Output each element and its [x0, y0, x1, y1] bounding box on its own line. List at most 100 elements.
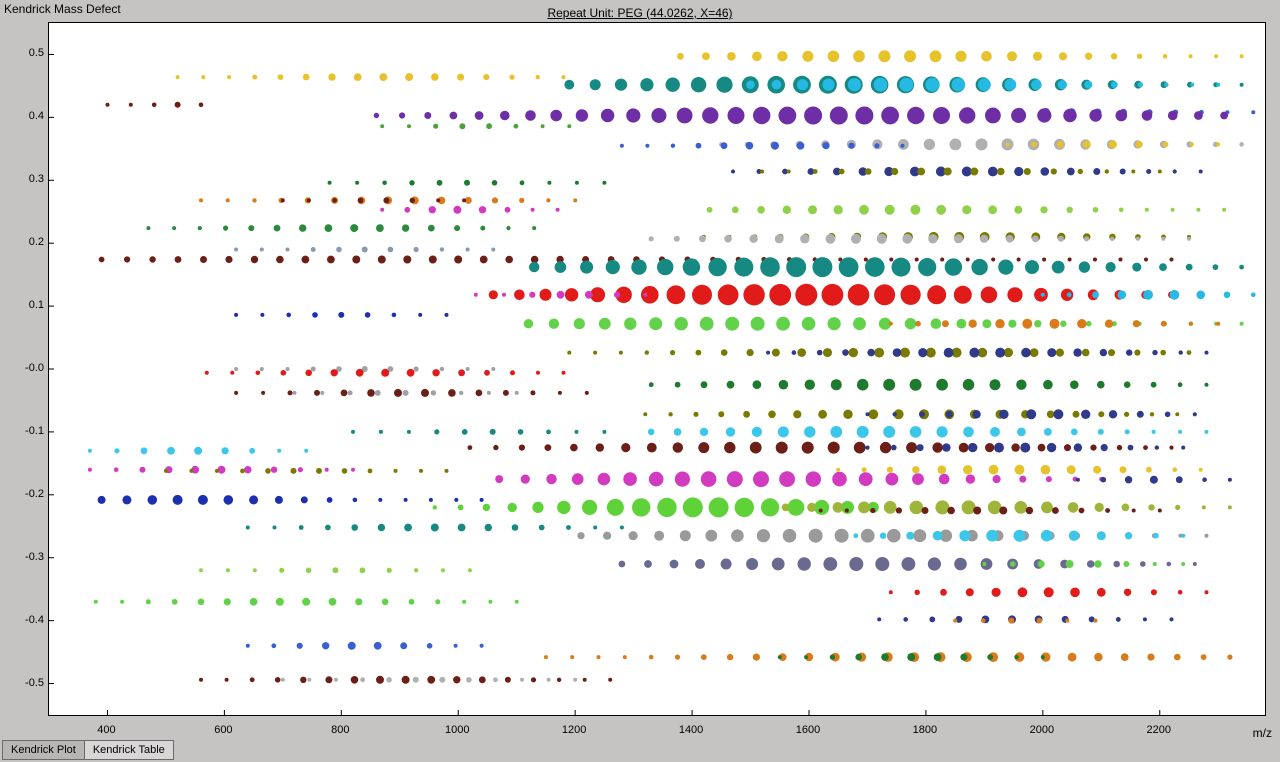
data-point[interactable]: [1186, 264, 1193, 271]
data-point[interactable]: [348, 390, 353, 395]
data-point[interactable]: [727, 471, 743, 487]
data-point[interactable]: [468, 445, 473, 450]
data-point[interactable]: [966, 588, 974, 596]
data-point[interactable]: [879, 50, 891, 62]
data-point[interactable]: [812, 257, 832, 277]
data-point[interactable]: [1040, 206, 1047, 213]
data-point[interactable]: [286, 248, 290, 252]
data-point[interactable]: [1121, 653, 1129, 661]
data-point[interactable]: [938, 465, 947, 474]
data-point[interactable]: [515, 391, 519, 395]
data-point[interactable]: [450, 112, 458, 120]
data-point[interactable]: [276, 598, 284, 606]
data-point[interactable]: [485, 524, 492, 531]
data-point[interactable]: [403, 390, 409, 396]
data-point[interactable]: [141, 447, 148, 454]
data-point[interactable]: [512, 524, 519, 531]
data-point[interactable]: [874, 78, 888, 92]
data-point[interactable]: [707, 207, 713, 213]
data-point[interactable]: [199, 568, 203, 572]
data-point[interactable]: [1087, 560, 1095, 568]
data-point[interactable]: [218, 466, 226, 474]
data-point[interactable]: [1111, 53, 1117, 59]
data-point[interactable]: [1106, 262, 1116, 272]
data-point[interactable]: [250, 598, 258, 606]
data-point[interactable]: [1093, 207, 1099, 213]
data-point[interactable]: [557, 501, 570, 514]
data-point[interactable]: [887, 529, 901, 543]
data-point[interactable]: [981, 51, 992, 62]
data-point[interactable]: [1057, 141, 1064, 148]
data-point[interactable]: [1006, 235, 1014, 243]
data-point[interactable]: [279, 568, 284, 573]
data-point[interactable]: [1011, 108, 1026, 123]
data-point[interactable]: [479, 676, 486, 683]
data-point[interactable]: [602, 430, 606, 434]
data-point[interactable]: [674, 236, 680, 242]
data-point[interactable]: [378, 256, 386, 264]
data-point[interactable]: [327, 497, 333, 503]
data-point[interactable]: [981, 558, 993, 570]
data-point[interactable]: [167, 447, 175, 455]
data-point[interactable]: [960, 654, 967, 661]
data-point[interactable]: [585, 391, 589, 395]
data-point[interactable]: [932, 442, 942, 452]
data-point[interactable]: [1007, 51, 1017, 61]
data-point[interactable]: [805, 380, 815, 390]
data-point[interactable]: [311, 247, 316, 252]
data-point[interactable]: [942, 320, 949, 327]
data-point[interactable]: [649, 317, 662, 330]
data-point[interactable]: [778, 426, 789, 437]
data-point[interactable]: [484, 370, 490, 376]
data-point[interactable]: [1024, 168, 1031, 175]
data-point[interactable]: [959, 443, 969, 453]
data-point[interactable]: [757, 529, 770, 542]
data-point[interactable]: [1047, 411, 1055, 419]
data-point[interactable]: [716, 77, 732, 93]
data-point[interactable]: [750, 442, 762, 454]
data-point[interactable]: [1153, 562, 1157, 566]
data-point[interactable]: [99, 257, 105, 263]
data-point[interactable]: [918, 258, 936, 276]
data-point[interactable]: [945, 258, 962, 275]
data-point[interactable]: [541, 124, 545, 128]
data-point[interactable]: [985, 443, 994, 452]
data-point[interactable]: [826, 234, 836, 244]
data-point[interactable]: [250, 677, 255, 682]
data-point[interactable]: [466, 677, 472, 683]
data-point[interactable]: [249, 448, 255, 454]
data-point[interactable]: [198, 495, 208, 505]
data-point[interactable]: [505, 256, 513, 264]
data-point[interactable]: [624, 318, 636, 330]
data-point[interactable]: [1060, 321, 1066, 327]
data-point[interactable]: [1026, 507, 1033, 514]
data-point[interactable]: [1169, 446, 1173, 450]
data-point[interactable]: [1239, 142, 1244, 147]
data-point[interactable]: [566, 525, 571, 530]
data-point[interactable]: [431, 524, 439, 532]
data-point[interactable]: [649, 236, 654, 241]
data-point[interactable]: [839, 257, 859, 277]
data-point[interactable]: [626, 108, 640, 122]
data-point[interactable]: [1174, 654, 1181, 661]
data-point[interactable]: [457, 74, 464, 81]
data-point[interactable]: [547, 678, 551, 682]
data-point[interactable]: [480, 256, 488, 264]
data-point[interactable]: [833, 502, 844, 513]
data-point[interactable]: [692, 285, 712, 305]
data-point[interactable]: [1078, 169, 1083, 174]
data-point[interactable]: [519, 198, 524, 203]
data-point[interactable]: [286, 367, 290, 371]
data-point[interactable]: [674, 428, 682, 436]
data-point[interactable]: [836, 468, 840, 472]
data-point[interactable]: [913, 529, 926, 542]
data-point[interactable]: [889, 322, 893, 326]
data-point[interactable]: [403, 256, 411, 264]
data-point[interactable]: [947, 507, 955, 515]
data-point[interactable]: [839, 169, 845, 175]
data-point[interactable]: [1228, 478, 1232, 482]
data-point[interactable]: [1227, 655, 1232, 660]
data-point[interactable]: [149, 256, 155, 262]
data-point[interactable]: [649, 382, 654, 387]
data-point[interactable]: [1109, 410, 1117, 418]
